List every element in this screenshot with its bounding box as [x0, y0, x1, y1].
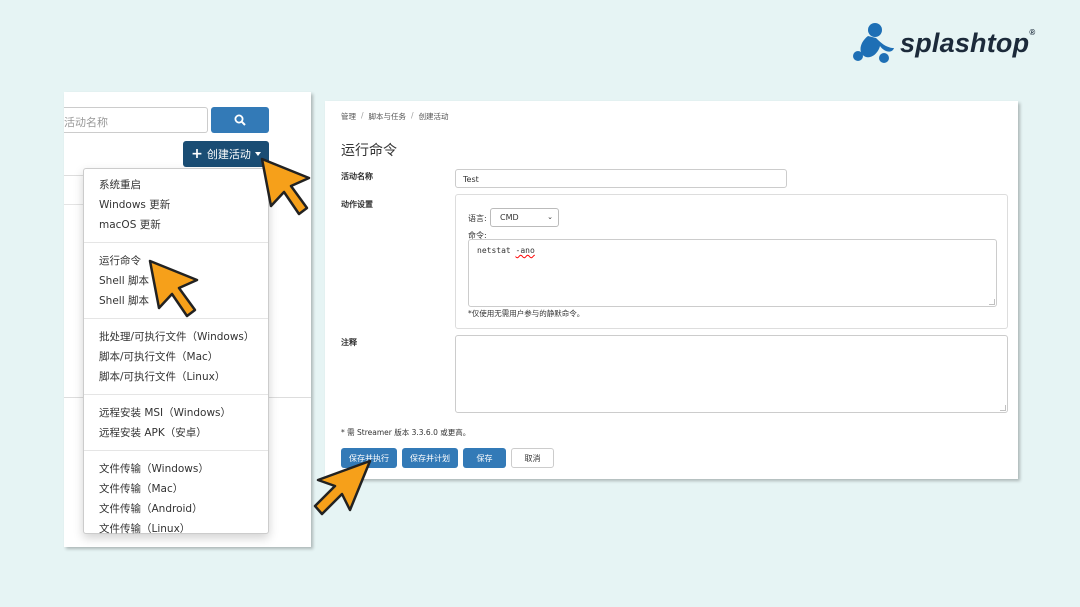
notes-label: 注释 — [341, 338, 357, 347]
menu-item[interactable]: macOS 更新 — [84, 215, 268, 235]
search-input[interactable]: 活动名称 — [64, 107, 208, 133]
breadcrumb-item[interactable]: 脚本与任务 — [369, 111, 407, 122]
splashtop-logo: splashtop® — [850, 22, 1035, 64]
language-value: CMD — [500, 213, 519, 222]
menu-item[interactable]: 文件传输（Windows） — [84, 459, 268, 479]
command-flag: -ano — [515, 246, 535, 255]
search-icon — [234, 114, 246, 126]
activity-name-input[interactable]: Test — [455, 169, 787, 188]
breadcrumb-separator: / — [411, 111, 414, 120]
chevron-down-icon: ⌄ — [547, 213, 553, 221]
divider — [64, 204, 83, 205]
resize-handle[interactable] — [1000, 405, 1006, 411]
action-settings-label: 动作设置 — [341, 200, 373, 209]
create-activity-button[interactable]: + 创建活动 — [183, 141, 269, 167]
save-and-schedule-button[interactable]: 保存并计划 — [402, 448, 458, 468]
create-activity-menu: 系统重启 Windows 更新 macOS 更新 运行命令 Shell 脚本 Shell … — [83, 168, 269, 535]
menu-item[interactable]: 脚本/可执行文件（Mac） — [84, 347, 268, 367]
breadcrumb: 管理 / 脚本与任务 / 创建活动 — [341, 111, 449, 122]
command-hint: *仅使用无需用户参与的静默命令。 — [468, 309, 585, 318]
breadcrumb-item: 创建活动 — [418, 112, 449, 121]
page-title: 运行命令 — [341, 143, 397, 159]
menu-item[interactable]: 批处理/可执行文件（Windows） — [84, 327, 268, 347]
menu-item[interactable]: 脚本/可执行文件（Linux） — [84, 367, 268, 387]
menu-item[interactable]: Windows 更新 — [84, 195, 268, 215]
pointer-cursor-icon — [148, 259, 199, 318]
menu-item[interactable]: 远程安装 MSI（Windows） — [84, 403, 268, 423]
splash-icon — [853, 23, 894, 63]
plus-icon: + — [191, 146, 203, 162]
menu-item[interactable]: 文件传输（Android） — [84, 499, 268, 519]
cancel-button[interactable]: 取消 — [511, 448, 554, 468]
notes-textarea[interactable] — [455, 335, 1008, 413]
save-button[interactable]: 保存 — [463, 448, 506, 468]
menu-divider — [84, 394, 268, 395]
menu-item[interactable]: 文件传输（Mac） — [84, 479, 268, 499]
pointer-cursor-icon — [260, 157, 311, 216]
menu-item[interactable]: 文件传输（Linux） — [84, 519, 268, 539]
action-settings-box: 语言: CMD ⌄ 命令: netstat -ano *仅使用无需用户参与的静默… — [455, 194, 1008, 329]
menu-divider — [84, 242, 268, 243]
create-activity-label: 创建活动 — [206, 148, 251, 161]
activity-name-label: 活动名称 — [341, 172, 373, 181]
pointer-cursor-icon — [313, 459, 372, 516]
language-select[interactable]: CMD ⌄ — [490, 208, 559, 227]
run-command-form: 管理 / 脚本与任务 / 创建活动 运行命令 活动名称 Test 动作设置 语言… — [325, 101, 1018, 479]
menu-divider — [84, 450, 268, 451]
menu-item[interactable]: 系统重启 — [84, 175, 268, 195]
version-footnote: * 需 Streamer 版本 3.3.6.0 或更高。 — [341, 428, 471, 437]
language-label: 语言: — [468, 214, 487, 223]
command-text: netstat — [477, 246, 516, 255]
search-button[interactable] — [211, 107, 269, 133]
breadcrumb-separator: / — [361, 111, 364, 120]
brand-name: splashtop® — [900, 27, 1036, 58]
divider — [64, 175, 83, 176]
command-textarea[interactable]: netstat -ano — [468, 239, 997, 307]
resize-handle[interactable] — [989, 299, 995, 305]
menu-item[interactable]: 远程安装 APK（安卓） — [84, 423, 268, 443]
breadcrumb-item[interactable]: 管理 — [341, 111, 356, 122]
